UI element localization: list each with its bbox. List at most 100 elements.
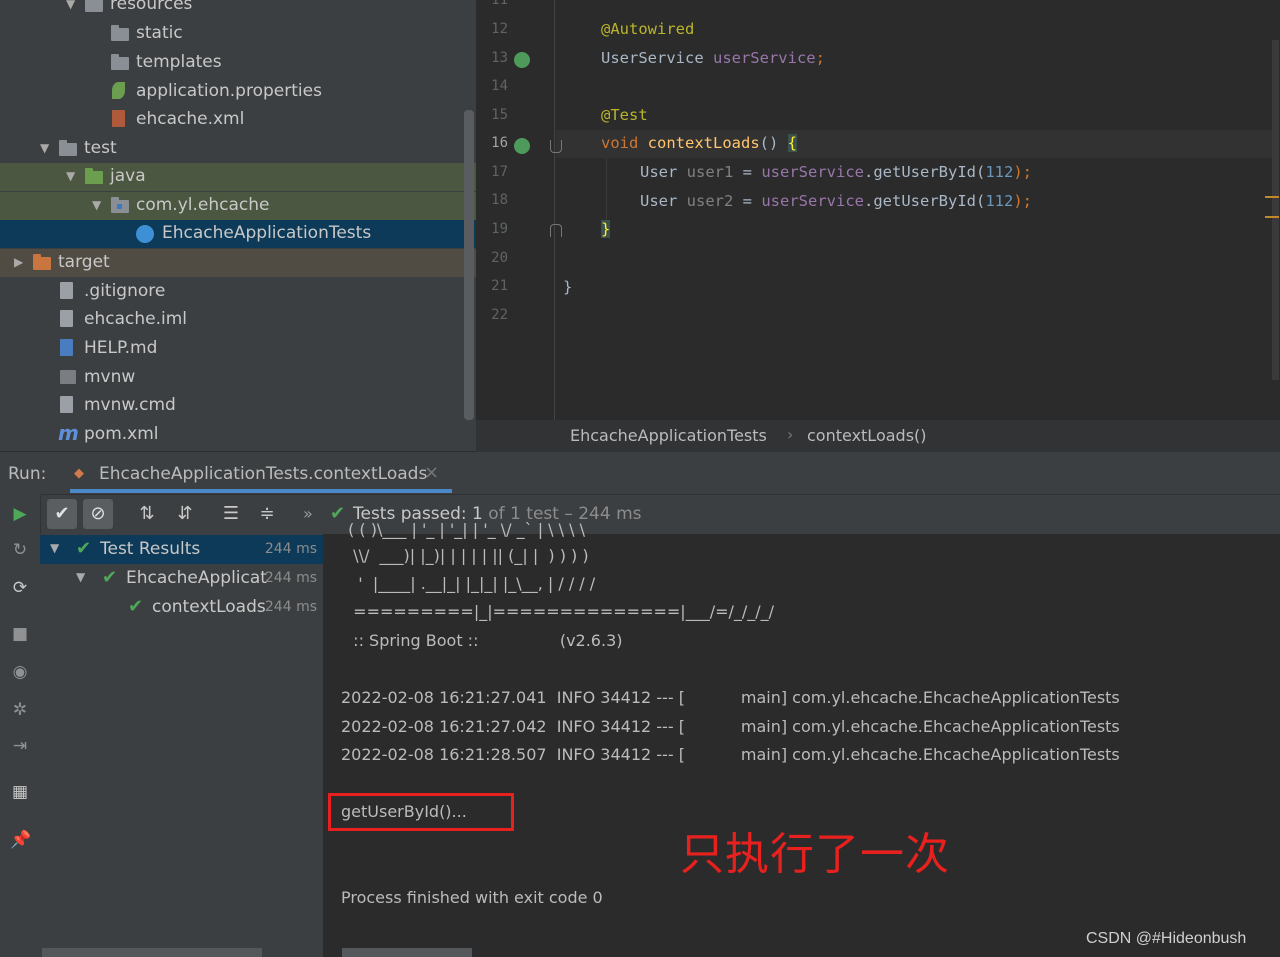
fold-icon[interactable]	[550, 140, 562, 153]
stop-icon[interactable]: ■	[10, 624, 30, 644]
editor-scrollbar[interactable]	[1272, 40, 1279, 380]
show-passed-icon[interactable]: ✔	[47, 499, 77, 529]
chevron-down-icon[interactable]: ▼	[66, 169, 80, 183]
folder-icon	[59, 140, 77, 156]
test-node-label: EhcacheApplicat	[126, 568, 267, 588]
line-number: 19	[491, 221, 508, 237]
tree-item[interactable]: application.properties	[0, 78, 476, 106]
fold-end-icon[interactable]	[550, 224, 562, 237]
tree-item[interactable]: HELP.md	[0, 335, 476, 363]
tree-item[interactable]: templates	[0, 49, 476, 77]
highlight-box	[328, 793, 514, 831]
rerun-icon[interactable]: ▶	[10, 504, 30, 524]
run-test-gutter-icon[interactable]	[514, 138, 530, 154]
sort-by-duration-icon[interactable]: ⇵	[170, 499, 200, 529]
test-class-node[interactable]: ▼ ✔ EhcacheApplicat 244 ms	[40, 564, 323, 593]
line-number: 20	[491, 250, 508, 266]
more-actions-icon[interactable]: »	[303, 504, 313, 523]
log-line: 2022-02-08 16:21:28.507 INFO 34412 --- […	[341, 745, 1120, 764]
collapse-all-icon[interactable]: ≑	[252, 499, 282, 529]
import-icon[interactable]: ⇥	[10, 736, 30, 756]
test-method-node[interactable]: ✔ contextLoads 244 ms	[40, 593, 323, 622]
code-line-21: }	[563, 278, 573, 296]
run-toolbar: ✔ ⊘ ⇅ ⇵ ☰ ≑ » ✔ Tests passed: 1 of 1 tes…	[40, 494, 1280, 535]
markdown-file-icon	[60, 339, 73, 356]
terminal-file-icon	[60, 370, 76, 384]
console-scrollbar[interactable]	[342, 948, 472, 957]
log-line: 2022-02-08 16:21:27.041 INFO 34412 --- […	[341, 688, 1120, 707]
toggle-auto-test-icon[interactable]: ⟳	[10, 578, 30, 598]
tree-item[interactable]: static	[0, 20, 476, 48]
tree-item-label: target	[58, 252, 110, 272]
code-line-13: UserService userService;	[601, 49, 825, 67]
log-line: 2022-02-08 16:21:27.042 INFO 34412 --- […	[341, 717, 1120, 736]
tree-item-label: EhcacheApplicationTests	[162, 223, 372, 243]
sort-alphabetically-icon[interactable]: ⇅	[132, 499, 162, 529]
close-icon[interactable]: ×	[424, 462, 439, 483]
layout-icon[interactable]: ▦	[10, 782, 30, 802]
test-source-folder-icon	[85, 168, 103, 184]
exit-code-line: Process finished with exit code 0	[341, 888, 603, 907]
xml-file-icon	[112, 110, 125, 127]
run-label: Run:	[8, 464, 47, 484]
tree-item[interactable]: m pom.xml	[0, 421, 476, 449]
indent-guide	[606, 158, 607, 224]
test-duration: 244 ms	[264, 541, 317, 557]
tree-item[interactable]: mvnw	[0, 364, 476, 392]
tree-item[interactable]: ▼ resources	[0, 0, 476, 19]
test-node-label: contextLoads	[152, 597, 266, 617]
expand-arrow-icon[interactable]: ▼	[76, 570, 85, 584]
tree-item[interactable]: ▼ java	[0, 163, 476, 191]
run-panel-header: Run: ◆ EhcacheApplicationTests.contextLo…	[0, 452, 1280, 494]
pin-icon[interactable]: 📌	[10, 830, 31, 850]
breadcrumb-class[interactable]: EhcacheApplicationTests	[570, 426, 767, 445]
tree-item-label: pom.xml	[84, 424, 159, 444]
line-number: 11	[491, 0, 508, 8]
code-line-12: @Autowired	[601, 20, 695, 38]
camera-icon[interactable]: ◉	[10, 662, 30, 682]
tree-item[interactable]: ▼ com.yl.ehcache	[0, 192, 476, 220]
java-class-icon	[136, 225, 154, 243]
active-tab-indicator	[70, 489, 452, 493]
test-tree-scrollbar[interactable]	[42, 948, 262, 957]
code-editor[interactable]	[476, 0, 1280, 420]
line-number: 12	[491, 21, 508, 37]
chevron-right-icon[interactable]: ▶	[14, 255, 28, 269]
code-line-18: User user2 = userService.getUserById(112…	[640, 192, 1032, 210]
tree-item[interactable]: ehcache.iml	[0, 306, 476, 334]
maven-icon: m	[58, 421, 79, 445]
tree-item[interactable]: ▼ test	[0, 135, 476, 163]
gutter-separator	[554, 0, 555, 420]
tree-item[interactable]: .gitignore	[0, 278, 476, 306]
chevron-down-icon[interactable]: ▼	[66, 0, 80, 11]
expand-all-icon[interactable]: ☰	[216, 499, 246, 529]
tree-item-label: ehcache.xml	[136, 109, 245, 129]
show-ignored-icon[interactable]: ⊘	[83, 499, 113, 529]
expand-arrow-icon[interactable]: ▼	[50, 541, 59, 555]
breadcrumb: EhcacheApplicationTests › contextLoads()	[476, 420, 1280, 452]
scroll-marker[interactable]	[1265, 196, 1279, 198]
breadcrumb-method[interactable]: contextLoads()	[807, 426, 927, 445]
line-number: 14	[491, 78, 508, 94]
tree-item[interactable]: mvnw.cmd	[0, 392, 476, 420]
settings-icon[interactable]: ✲	[10, 700, 30, 720]
test-duration: 244 ms	[264, 570, 317, 586]
banner-line: ( ( )\___ | '_ | '_| | '_ \/ _` | \ \ \ …	[343, 520, 585, 539]
scroll-marker[interactable]	[1265, 216, 1279, 218]
tree-scrollbar[interactable]	[464, 110, 474, 420]
tree-item[interactable]: EhcacheApplicationTests	[0, 220, 476, 248]
tree-item[interactable]: ehcache.xml	[0, 106, 476, 134]
test-results-root[interactable]: ▼ ✔ Test Results 244 ms	[40, 535, 323, 564]
tree-item-label: ehcache.iml	[84, 309, 187, 329]
line-number: 22	[491, 307, 508, 323]
rerun-failed-icon[interactable]: ↻	[10, 540, 30, 560]
tree-item[interactable]: ▶ target	[0, 249, 476, 277]
chevron-down-icon[interactable]: ▼	[92, 198, 106, 212]
chevron-down-icon[interactable]: ▼	[40, 141, 54, 155]
run-gutter-icon[interactable]	[514, 52, 530, 68]
tree-item-label: java	[110, 166, 146, 186]
tree-item-label: mvnw	[84, 367, 136, 387]
excluded-folder-icon	[33, 254, 51, 270]
tree-item-label: test	[84, 138, 117, 158]
run-tab-title[interactable]: EhcacheApplicationTests.contextLoads	[99, 464, 427, 484]
